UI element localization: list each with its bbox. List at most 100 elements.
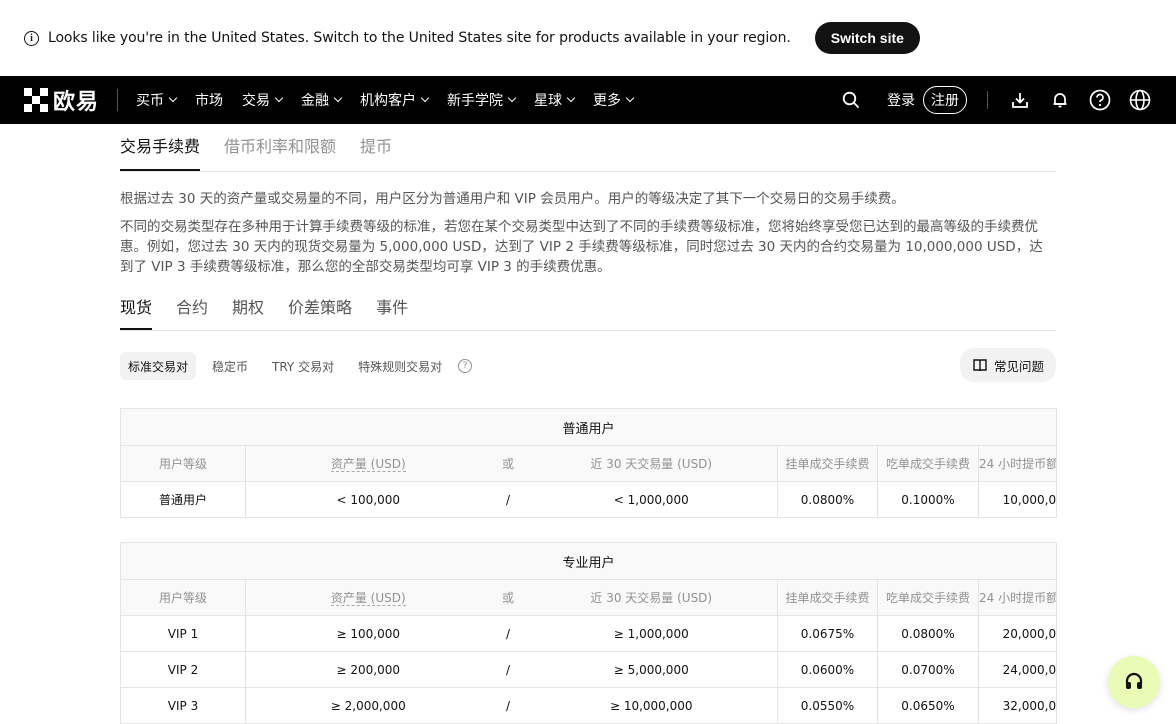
cell-assets: ≥ 200,000 [245, 651, 491, 688]
login-link[interactable]: 登录 [887, 90, 915, 110]
column-header-withdraw: 24 小时提币额 [977, 579, 1058, 616]
cell-level: VIP 2 [120, 651, 246, 688]
table-row: VIP 2 ≥ 200,000/≥ 5,000,000 0.0600% 0.0700%… [120, 651, 1058, 688]
trade-type-tab-0[interactable]: 现货 [120, 294, 153, 330]
tab-trading-fees[interactable]: 交易手续费 [120, 133, 201, 171]
search-icon[interactable] [839, 88, 863, 112]
bell-icon[interactable] [1048, 88, 1072, 112]
table-header-row: 用户等级 资产量 (USD) 或 近 30 天交易量 (USD) 挂单成交手续费 吃单成交… [120, 445, 1058, 482]
column-header-label: 用户等级 [158, 591, 207, 605]
nav-item-label: 交易 [242, 93, 271, 109]
trade-type-tab-3[interactable]: 价差策略 [288, 294, 352, 330]
column-header-assets: 资产量 (USD) [245, 579, 491, 616]
nav-actions: 登录 注册 [839, 76, 1176, 124]
pair-filter-pill-2[interactable]: TRY 交易对 [264, 352, 342, 380]
tab-borrow-rates[interactable]: 借币利率和限额 [224, 133, 336, 171]
cell-or: / [490, 651, 526, 688]
cell-taker: 0.0650% [877, 687, 979, 724]
nav-item-label: 星球 [534, 93, 563, 109]
nav-item-label: 买币 [136, 93, 165, 109]
cell-assets: ≥ 2,000,000 [245, 687, 491, 724]
column-header-maker: 挂单成交手续费 [777, 579, 878, 616]
column-header-label: 用户等级 [158, 457, 207, 471]
nav-item-label: 市场 [195, 93, 224, 109]
signup-button[interactable]: 注册 [923, 86, 967, 114]
nav-item-7[interactable]: 更多 [593, 90, 635, 110]
nav-item-label: 更多 [593, 93, 622, 109]
cell-assets: ≥ 100,000 [245, 615, 491, 652]
cell-assets: < 100,000 [245, 481, 491, 518]
fee-content: 交易手续费 借币利率和限额 提币 根据过去 30 天的资产量或交易量的不同，用户区分… [119, 124, 1058, 724]
nav-divider [117, 89, 119, 111]
book-icon [973, 359, 987, 372]
table-group-title: 专业用户 [119, 542, 1058, 580]
pair-filter-pill-3[interactable]: 特殊规则交易对 [350, 352, 450, 380]
cell-volume: ≥ 1,000,000 [525, 615, 778, 652]
column-header-volume: 近 30 天交易量 (USD) [525, 445, 778, 482]
nav-item-label: 新手学院 [447, 93, 504, 109]
nav-item-label: 机构客户 [360, 93, 417, 109]
column-header-label: 或 [501, 457, 514, 471]
nav-item-6[interactable]: 星球 [534, 90, 576, 110]
okx-logo[interactable]: 欧易 [24, 84, 99, 116]
chevron-down-icon [507, 93, 517, 103]
column-header-label: 24 小时提币额 [979, 591, 1057, 605]
fee-category-tabs: 交易手续费 借币利率和限额 提币 [120, 124, 1056, 172]
trade-type-tabs: 现货 合约 期权 价差策略 事件 [120, 291, 1056, 331]
column-header-label: 24 小时提币额 [979, 457, 1057, 471]
nav-item-1[interactable]: 市场 [195, 90, 223, 110]
region-banner: i Looks like you're in the United States… [0, 0, 1176, 76]
nav-item-5[interactable]: 新手学院 [447, 90, 517, 110]
column-header-maker: 挂单成交手续费 [777, 445, 878, 482]
cell-maker: 0.0600% [777, 651, 878, 688]
pair-filter-pill-1[interactable]: 稳定币 [204, 352, 256, 380]
nav-item-0[interactable]: 买币 [136, 90, 178, 110]
switch-site-button[interactable]: Switch site [814, 22, 920, 54]
column-header-taker: 吃单成交手续费 [877, 579, 979, 616]
top-navbar: 欧易 买币 市场 交易 金融 机构客户 新手学院 星球 更多 登录 注册 [0, 76, 1176, 124]
chevron-down-icon [625, 93, 635, 103]
cell-maker: 0.0675% [777, 615, 878, 652]
fee-description-2: 不同的交易类型存在多种用于计算手续费等级的标准，若您在某个交易类型中达到了不同的… [120, 219, 1043, 275]
question-icon[interactable]: ? [458, 359, 473, 373]
download-icon[interactable] [1008, 88, 1032, 112]
support-chat-button[interactable] [1108, 656, 1160, 708]
table-group-header-row: 普通用户 [119, 408, 1058, 446]
faq-label: 常见问题 [993, 358, 1044, 374]
regular-user-table: 普通用户 用户等级 资产量 (USD) 或近 30 天交易量 (USD) 挂单成交手续费… [119, 408, 1058, 518]
trade-type-tab-4[interactable]: 事件 [376, 294, 408, 330]
faq-button[interactable]: 常见问题 [959, 348, 1056, 382]
column-header-label: 挂单成交手续费 [785, 457, 870, 471]
column-header-label: 挂单成交手续费 [785, 591, 870, 605]
cell-level: 普通用户 [120, 481, 246, 518]
headset-icon [1125, 672, 1143, 689]
column-header-or: 或 [490, 445, 526, 482]
vip-user-table: 专业用户用户等级 资产量 (USD) 或 近 30 天交易量 (USD) 挂单成交手续费… [119, 542, 1058, 724]
column-header-label: 吃单成交手续费 [885, 591, 970, 605]
table-header-row: 用户等级 资产量 (USD) 或 近 30 天交易量 (USD) 挂单成交手续费 吃单成交… [120, 579, 1058, 616]
fee-description-1: 根据过去 30 天的资产量或交易量的不同，用户区分为普通用户和 VIP 会员用户… [120, 191, 905, 207]
column-header-label: 近 30 天交易量 (USD) [590, 591, 713, 605]
pair-filter-pill-0[interactable]: 标准交易对 [120, 352, 197, 380]
nav-item-3[interactable]: 金融 [301, 90, 343, 110]
logo-mark-icon [24, 88, 48, 112]
column-header-or: 或 [490, 579, 526, 616]
table-row: VIP 3 ≥ 2,000,000/≥ 10,000,000 0.0550% 0.06… [120, 687, 1058, 724]
table-row: 普通用户 < 100,000/< 1,000,000 0.0800% 0.1000% 1… [120, 481, 1058, 518]
help-icon[interactable] [1088, 88, 1112, 112]
chevron-down-icon [566, 93, 576, 103]
tab-withdrawal[interactable]: 提币 [360, 133, 392, 171]
nav-item-2[interactable]: 交易 [242, 90, 284, 110]
nav-divider-right [987, 91, 988, 109]
column-header-label: 吃单成交手续费 [885, 457, 970, 471]
cell-withdraw: 32,000,0 [977, 687, 1058, 724]
cell-volume: ≥ 5,000,000 [525, 651, 778, 688]
cell-taker: 0.0800% [877, 615, 979, 652]
table-row: VIP 1 ≥ 100,000/≥ 1,000,000 0.0675% 0.0800%… [120, 615, 1058, 652]
nav-item-4[interactable]: 机构客户 [360, 90, 430, 110]
trade-type-tab-2[interactable]: 期权 [232, 294, 264, 330]
column-header-taker: 吃单成交手续费 [877, 445, 979, 482]
trade-type-tab-1[interactable]: 合约 [176, 294, 208, 330]
globe-icon[interactable] [1128, 88, 1152, 112]
column-header-label: 或 [501, 591, 514, 605]
